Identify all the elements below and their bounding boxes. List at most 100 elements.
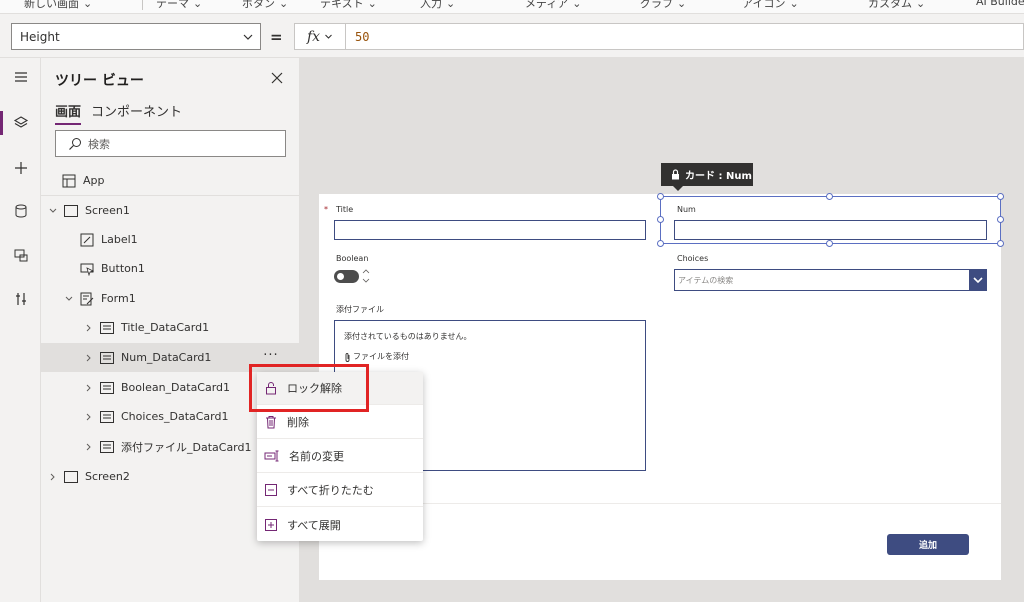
chevron-down-icon: [325, 34, 332, 39]
menu-item-label: 削除: [287, 416, 309, 429]
datacard-icon: [99, 439, 115, 455]
property-dropdown-value: Height: [20, 29, 60, 44]
tree-view-icon[interactable]: [0, 108, 41, 138]
tree-view-title: ツリー ビュー: [55, 73, 144, 89]
annotation-highlight-box: [249, 364, 369, 412]
resize-handle[interactable]: [997, 216, 1004, 223]
ribbon: 新しい画面 ⌄ テーマ ⌄ ボタン ⌄ テキスト ⌄ 入力 ⌄ メディア ⌄ グ…: [0, 0, 1024, 14]
rename-icon: [264, 450, 279, 462]
menu-item-collapse-all[interactable]: すべて折りたたむ: [257, 474, 423, 507]
chevron-right-icon[interactable]: [83, 411, 95, 423]
tree-item-screen1[interactable]: Screen1: [41, 196, 300, 225]
fx-button[interactable]: fx: [294, 23, 346, 50]
datacard-icon: [99, 409, 115, 425]
fx-label: fx: [306, 28, 321, 45]
attach-file-link[interactable]: ファイルを添付: [344, 351, 409, 362]
label-edit-icon: [79, 232, 95, 248]
tree-item-title-datacard[interactable]: Title_DataCard1: [41, 313, 300, 342]
ribbon-icons[interactable]: アイコン ⌄: [742, 0, 799, 11]
ribbon-separator: [142, 0, 143, 10]
chevron-right-icon[interactable]: [47, 471, 59, 483]
tree-item-label: 添付ファイル_DataCard1: [121, 440, 252, 454]
resize-handle[interactable]: [826, 240, 833, 247]
tree-item-label: Form1: [101, 292, 136, 305]
form-edit-icon: [79, 291, 95, 307]
collapse-all-icon: [265, 484, 277, 496]
tree-item-button1[interactable]: Button1: [41, 254, 300, 283]
property-dropdown[interactable]: Height: [11, 23, 261, 50]
chevron-down-icon[interactable]: [63, 293, 75, 305]
insert-plus-icon[interactable]: [0, 153, 41, 183]
ribbon-new-screen[interactable]: 新しい画面 ⌄: [24, 0, 92, 11]
resize-handle[interactable]: [657, 193, 664, 200]
ribbon-custom[interactable]: カスタム ⌄: [868, 0, 925, 11]
tree-item-label: Screen1: [85, 204, 130, 217]
selection-frame: [660, 196, 1001, 244]
media-icon[interactable]: [0, 240, 41, 270]
tree-item-form1[interactable]: Form1: [41, 284, 300, 313]
menu-item-rename[interactable]: 名前の変更: [257, 440, 423, 473]
data-database-icon[interactable]: [0, 196, 41, 226]
tree-item-label1[interactable]: Label1: [41, 225, 300, 254]
resize-handle[interactable]: [997, 240, 1004, 247]
attach-file-label: ファイルを添付: [353, 352, 409, 361]
boolean-field-label: Boolean: [336, 254, 369, 263]
choices-placeholder: アイテムの検索: [678, 275, 734, 285]
formula-input[interactable]: 50: [346, 23, 1024, 50]
ribbon-theme[interactable]: テーマ ⌄: [156, 0, 202, 11]
chevron-right-icon[interactable]: [83, 441, 95, 453]
tree-tabs: 画面 コンポーネント: [55, 101, 182, 125]
choices-dropdown-button[interactable]: [969, 269, 987, 291]
advanced-tools-icon[interactable]: [0, 284, 41, 314]
hamburger-menu-icon[interactable]: [0, 62, 41, 92]
tree-item-label: Button1: [101, 262, 145, 275]
resize-handle[interactable]: [657, 240, 664, 247]
ribbon-chart[interactable]: グラフ ⌄: [640, 0, 686, 11]
attachment-field-label: 添付ファイル: [336, 305, 384, 314]
title-input[interactable]: [334, 220, 646, 240]
ribbon-ai-builder[interactable]: AI Builder: [976, 0, 1024, 8]
search-icon: [69, 137, 81, 150]
choices-field-label: Choices: [677, 254, 709, 263]
datacard-icon: [99, 380, 115, 396]
chevron-down-icon[interactable]: [47, 205, 59, 217]
app-icon: [61, 173, 77, 189]
tree-item-label: Choices_DataCard1: [121, 410, 229, 423]
chevron-right-icon[interactable]: [83, 352, 95, 364]
tree-item-label: Title_DataCard1: [121, 321, 210, 334]
menu-item-expand-all[interactable]: すべて展開: [257, 508, 423, 541]
ribbon-text[interactable]: テキスト ⌄: [320, 0, 377, 11]
close-icon[interactable]: [269, 70, 285, 86]
tree-search-input[interactable]: 検索: [55, 130, 286, 157]
add-button[interactable]: 追加: [887, 534, 969, 555]
resize-handle[interactable]: [657, 216, 664, 223]
tree-item-label: App: [83, 174, 105, 187]
menu-item-label: 名前の変更: [289, 450, 344, 463]
resize-handle[interactable]: [997, 193, 1004, 200]
menu-item-label: すべて展開: [287, 518, 341, 532]
boolean-toggle[interactable]: [334, 270, 359, 283]
trash-icon: [266, 416, 276, 429]
tab-components[interactable]: コンポーネント: [91, 101, 182, 125]
tree-item-app[interactable]: App: [41, 166, 300, 195]
card-lock-tooltip: カード : Num: [661, 163, 753, 191]
tooltip-text: カード : Num: [685, 171, 752, 182]
tree-item-label: Num_DataCard1: [121, 351, 212, 364]
button-control-icon: [79, 261, 95, 277]
chevron-down-icon: [243, 34, 253, 40]
tab-screens[interactable]: 画面: [55, 101, 82, 125]
resize-handle[interactable]: [826, 193, 833, 200]
chevron-right-icon[interactable]: [83, 322, 95, 334]
tree-item-label: Boolean_DataCard1: [121, 381, 231, 394]
chevron-down-icon: [973, 277, 983, 284]
tree-item-label: Label1: [101, 233, 138, 246]
chevron-right-icon[interactable]: [83, 382, 95, 394]
attachment-empty-text: 添付されているものはありません。: [344, 332, 472, 341]
choices-combobox[interactable]: アイテムの検索: [674, 269, 987, 291]
ribbon-media[interactable]: メディア ⌄: [525, 0, 581, 11]
expand-all-icon: [265, 518, 277, 531]
datacard-icon: [99, 320, 115, 336]
ribbon-input[interactable]: 入力 ⌄: [420, 0, 455, 11]
formula-bar: Height = fx 50: [0, 14, 1024, 58]
ribbon-button[interactable]: ボタン ⌄: [242, 0, 288, 11]
